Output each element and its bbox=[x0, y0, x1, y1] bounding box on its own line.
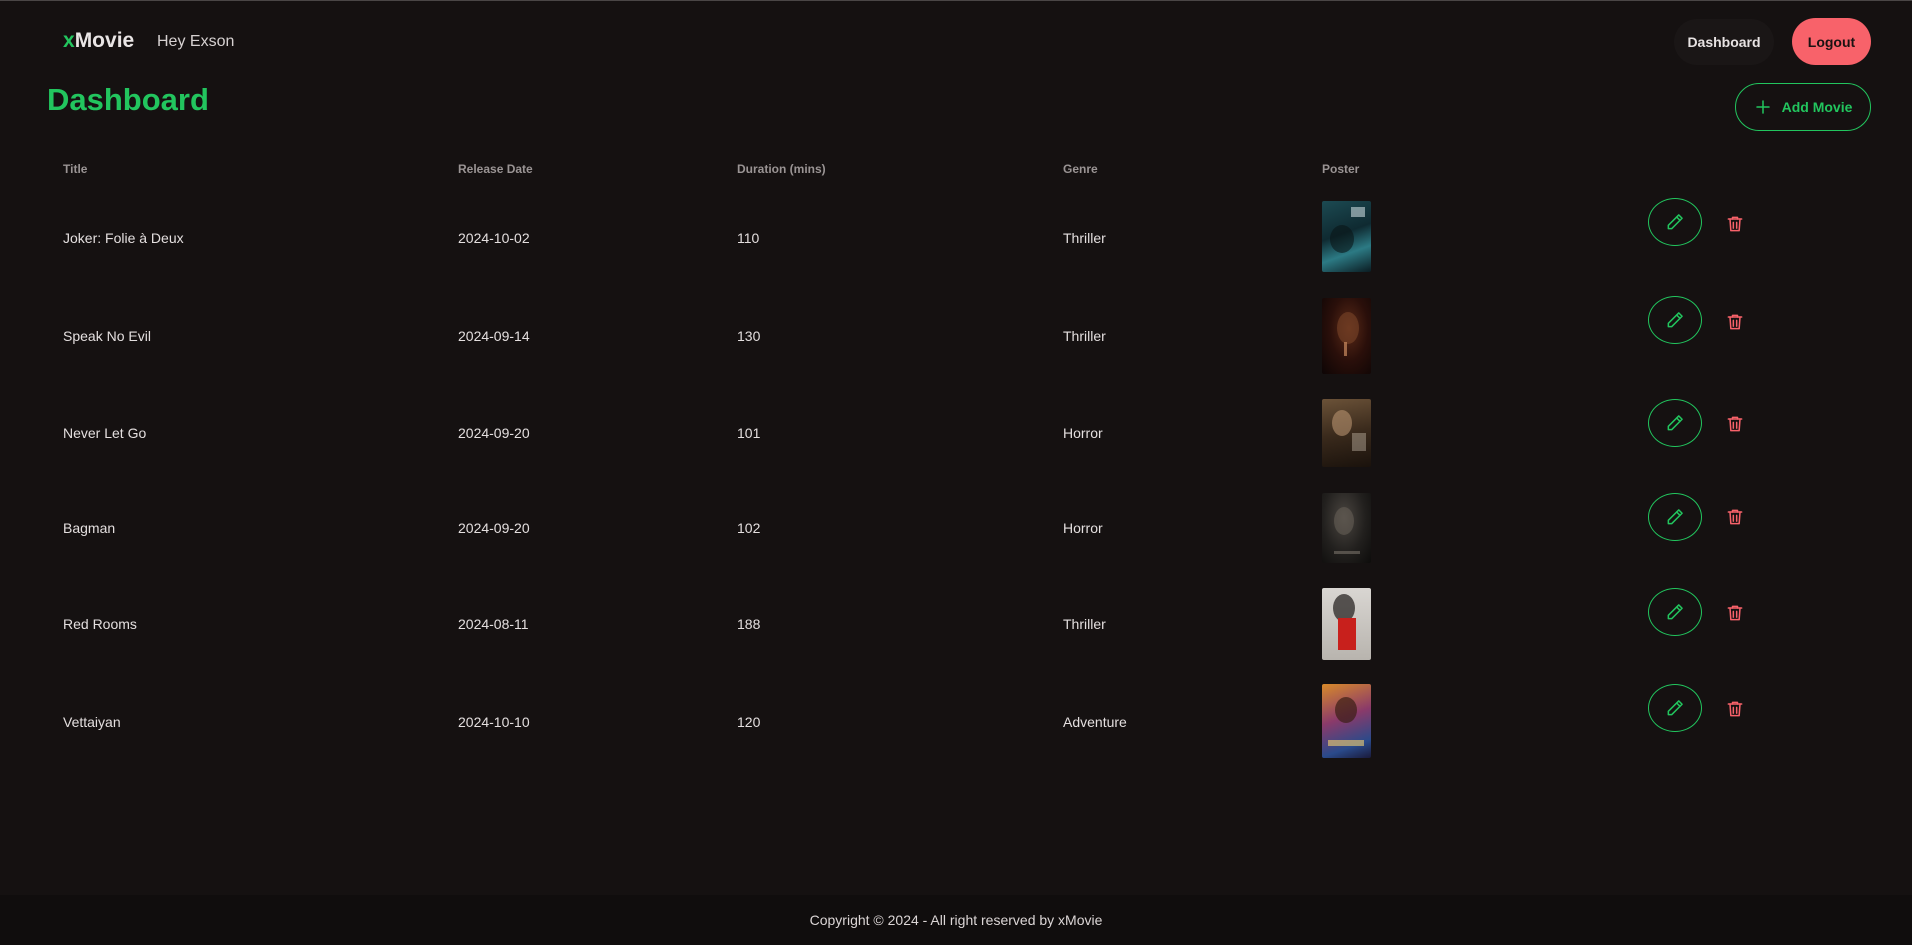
table-header: Title Release Date Duration (mins) Genre… bbox=[0, 162, 1912, 178]
cell-release-date: 2024-09-20 bbox=[458, 520, 530, 536]
cell-genre: Thriller bbox=[1063, 616, 1106, 632]
table-row: Bagman 2024-09-20 102 Horror bbox=[0, 491, 1912, 571]
trash-icon bbox=[1727, 416, 1743, 432]
table-row: Never Let Go 2024-09-20 101 Horror bbox=[0, 397, 1912, 477]
trash-icon bbox=[1727, 605, 1743, 621]
cell-release-date: 2024-08-11 bbox=[458, 616, 529, 632]
header-duration: Duration (mins) bbox=[737, 162, 826, 176]
navbar: xMovie Hey Exson Dashboard Logout bbox=[0, 1, 1912, 81]
red-rooms-poster bbox=[1322, 588, 1371, 660]
delete-button[interactable] bbox=[1723, 212, 1747, 236]
edit-button[interactable] bbox=[1648, 493, 1702, 541]
cell-duration: 188 bbox=[737, 616, 761, 632]
edit-button[interactable] bbox=[1648, 296, 1702, 344]
table-row: Joker: Folie à Deux 2024-10-02 110 Thril… bbox=[0, 198, 1912, 278]
header-release-date: Release Date bbox=[458, 162, 533, 176]
edit-button[interactable] bbox=[1648, 399, 1702, 447]
logout-button[interactable]: Logout bbox=[1792, 18, 1871, 65]
header-genre: Genre bbox=[1063, 162, 1098, 176]
cell-title: Bagman bbox=[63, 520, 116, 536]
edit-button[interactable] bbox=[1648, 198, 1702, 246]
delete-button[interactable] bbox=[1723, 505, 1747, 529]
brand-logo[interactable]: xMovie bbox=[63, 29, 134, 53]
table-row: Vettaiyan 2024-10-10 120 Adventure bbox=[0, 683, 1912, 763]
cell-duration: 120 bbox=[737, 714, 761, 730]
edit-button[interactable] bbox=[1648, 684, 1702, 732]
copyright-text: Copyright © 2024 - All right reserved by… bbox=[809, 912, 1103, 928]
cell-title: Speak No Evil bbox=[63, 328, 151, 344]
cell-duration: 130 bbox=[737, 328, 761, 344]
pencil-icon bbox=[1667, 415, 1683, 431]
pencil-icon bbox=[1667, 700, 1683, 716]
nav-dashboard-button[interactable]: Dashboard bbox=[1674, 19, 1774, 65]
brand-text: Movie bbox=[74, 29, 135, 52]
pencil-icon bbox=[1667, 509, 1683, 525]
table-row: Speak No Evil 2024-09-14 130 Thriller bbox=[0, 296, 1912, 376]
cell-duration: 101 bbox=[737, 425, 761, 441]
cell-title: Never Let Go bbox=[63, 425, 147, 441]
cell-release-date: 2024-10-02 bbox=[458, 230, 530, 246]
cell-genre: Thriller bbox=[1063, 328, 1106, 344]
pencil-icon bbox=[1667, 312, 1683, 328]
delete-button[interactable] bbox=[1723, 412, 1747, 436]
cell-genre: Horror bbox=[1063, 425, 1103, 441]
pencil-icon bbox=[1667, 604, 1683, 620]
vettaiyan-poster bbox=[1322, 684, 1371, 758]
delete-button[interactable] bbox=[1723, 697, 1747, 721]
cell-genre: Horror bbox=[1063, 520, 1103, 536]
footer: Copyright © 2024 - All right reserved by… bbox=[0, 895, 1912, 945]
user-greeting: Hey Exson bbox=[157, 33, 235, 50]
cell-title: Vettaiyan bbox=[63, 714, 121, 730]
cell-title: Red Rooms bbox=[63, 616, 137, 632]
delete-button[interactable] bbox=[1723, 601, 1747, 625]
brand-x: x bbox=[63, 29, 75, 52]
header-poster: Poster bbox=[1322, 162, 1360, 176]
cell-duration: 110 bbox=[737, 230, 760, 246]
table-row: Red Rooms 2024-08-11 188 Thriller bbox=[0, 586, 1912, 666]
cell-release-date: 2024-09-14 bbox=[458, 328, 530, 344]
header-title: Title bbox=[63, 162, 88, 176]
cell-release-date: 2024-09-20 bbox=[458, 425, 530, 441]
delete-button[interactable] bbox=[1723, 310, 1747, 334]
plus-icon bbox=[1755, 100, 1770, 114]
never-let-go-poster bbox=[1322, 399, 1371, 467]
cell-genre: Thriller bbox=[1063, 230, 1106, 246]
joker-poster bbox=[1322, 201, 1371, 272]
page-title: Dashboard bbox=[47, 82, 209, 117]
add-movie-label: Add Movie bbox=[1781, 99, 1853, 115]
trash-icon bbox=[1727, 216, 1743, 232]
trash-icon bbox=[1727, 509, 1743, 525]
cell-duration: 102 bbox=[737, 520, 761, 536]
speak-no-evil-poster bbox=[1322, 298, 1371, 374]
add-movie-button[interactable]: Add Movie bbox=[1735, 83, 1871, 131]
trash-icon bbox=[1727, 701, 1743, 717]
cell-genre: Adventure bbox=[1063, 714, 1127, 730]
trash-icon bbox=[1727, 314, 1743, 330]
pencil-icon bbox=[1667, 214, 1683, 230]
bagman-poster bbox=[1322, 493, 1371, 563]
cell-release-date: 2024-10-10 bbox=[458, 714, 530, 730]
edit-button[interactable] bbox=[1648, 588, 1702, 636]
cell-title: Joker: Folie à Deux bbox=[63, 230, 184, 246]
